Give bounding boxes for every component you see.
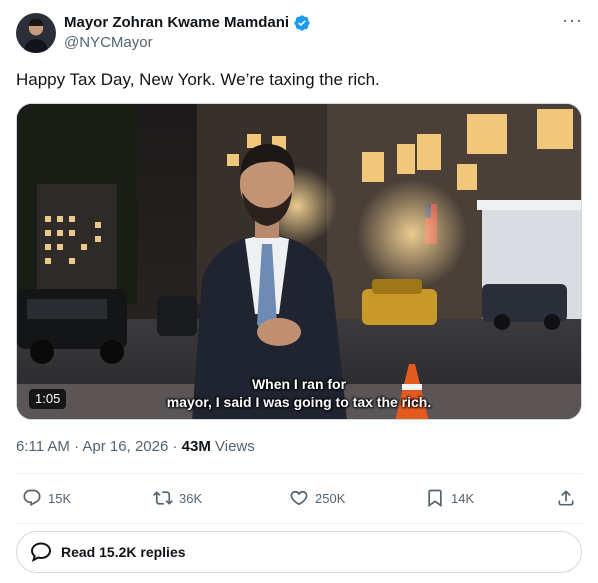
heart-icon bbox=[290, 490, 308, 506]
reply-button[interactable]: 15K bbox=[22, 484, 71, 512]
reply-count: 15K bbox=[48, 490, 72, 506]
action-bar: 15K 36K 250K 14K bbox=[16, 484, 582, 512]
bookmark-count: 14K bbox=[451, 490, 475, 506]
author-display-name[interactable]: Mayor Zohran Kwame Mamdani bbox=[64, 13, 289, 33]
reply-icon bbox=[23, 489, 41, 507]
like-count: 250K bbox=[315, 490, 346, 506]
avatar[interactable] bbox=[16, 13, 56, 53]
views-count: 43M bbox=[181, 438, 211, 455]
like-button[interactable]: 250K bbox=[289, 484, 345, 512]
share-button[interactable] bbox=[556, 484, 576, 512]
video-caption: When I ran for mayor, I said I was going… bbox=[17, 375, 581, 411]
repost-icon bbox=[153, 491, 173, 505]
tweet-header: Mayor Zohran Kwame Mamdani @NYCMayor ··· bbox=[16, 11, 582, 56]
tweet-text: Happy Tax Day, New York. We’re taxing th… bbox=[16, 70, 380, 89]
views-label: Views bbox=[210, 438, 255, 455]
more-icon[interactable]: ··· bbox=[562, 11, 582, 34]
author-handle[interactable]: @NYCMayor bbox=[64, 33, 311, 53]
timestamp[interactable]: 6:11 AM · Apr 16, 2026 · bbox=[16, 438, 182, 455]
caption-line-1: When I ran for bbox=[251, 376, 347, 392]
speech-bubble-icon bbox=[30, 542, 52, 562]
video-frame bbox=[17, 104, 581, 419]
author-block: Mayor Zohran Kwame Mamdani @NYCMayor bbox=[64, 13, 311, 53]
divider bbox=[16, 473, 582, 474]
repost-button[interactable]: 36K bbox=[153, 484, 202, 512]
divider bbox=[16, 523, 582, 524]
video-player[interactable]: When I ran for mayor, I said I was going… bbox=[16, 103, 582, 420]
read-replies-button[interactable]: Read 15.2K replies bbox=[16, 531, 582, 573]
read-replies-label: Read 15.2K replies bbox=[61, 544, 186, 560]
share-icon bbox=[558, 490, 574, 506]
tweet-metadata: 6:11 AM · Apr 16, 2026 · 43M Views bbox=[16, 437, 255, 457]
video-duration-badge: 1:05 bbox=[29, 389, 67, 409]
verified-badge-icon bbox=[294, 15, 310, 31]
caption-line-2: mayor, I said I was going to tax the ric… bbox=[166, 394, 432, 410]
repost-count: 36K bbox=[179, 490, 203, 506]
bookmark-button[interactable]: 14K bbox=[425, 484, 474, 512]
bookmark-icon bbox=[428, 489, 442, 508]
author-name-row[interactable]: Mayor Zohran Kwame Mamdani bbox=[64, 13, 311, 33]
